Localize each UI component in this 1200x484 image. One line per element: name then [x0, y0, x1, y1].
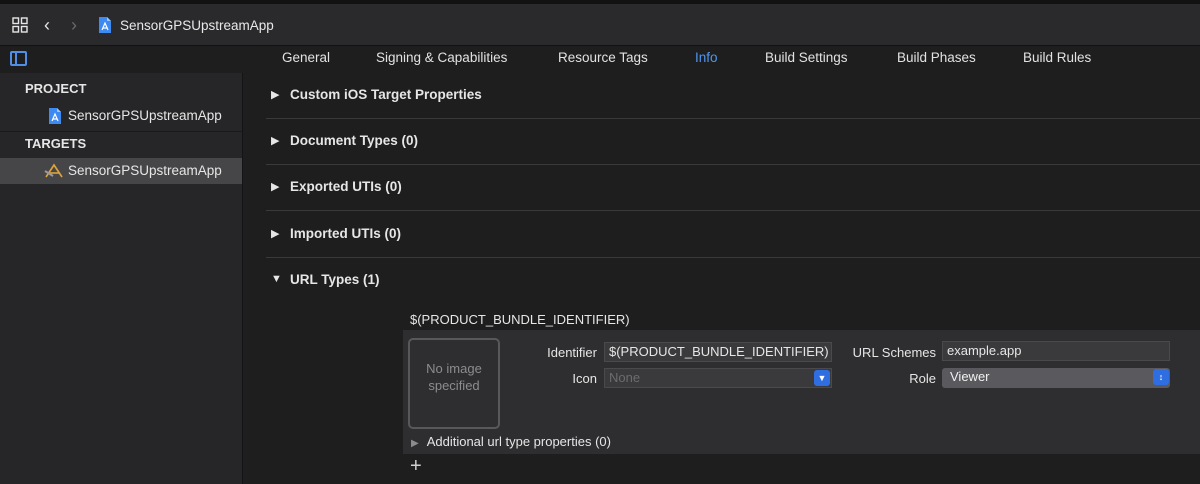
- icon-combo-box[interactable]: None ▼: [604, 368, 832, 388]
- tab-info[interactable]: Info: [695, 50, 718, 65]
- section-imported-utis[interactable]: ▶ Imported UTIs (0): [266, 212, 1200, 258]
- section-title: URL Types (1): [290, 272, 380, 287]
- disclosure-triangle-down-icon[interactable]: ▼: [271, 273, 282, 285]
- tab-build-settings[interactable]: Build Settings: [765, 50, 848, 65]
- identifier-label: Identifier: [547, 345, 597, 360]
- disclosure-triangle-right-icon[interactable]: ▶: [271, 134, 279, 147]
- identifier-field[interactable]: $(PRODUCT_BUNDLE_IDENTIFIER): [604, 342, 832, 362]
- tab-build-rules[interactable]: Build Rules: [1023, 50, 1091, 65]
- role-label: Role: [909, 371, 936, 386]
- section-title: Document Types (0): [290, 133, 419, 148]
- disclosure-triangle-right-icon[interactable]: ▶: [271, 180, 279, 193]
- disclosure-triangle-right-icon[interactable]: ▶: [271, 227, 279, 240]
- editor-tab-bar: General Signing & Capabilities Resource …: [0, 46, 1200, 73]
- section-exported-utis[interactable]: ▶ Exported UTIs (0): [266, 165, 1200, 211]
- sidebar-item-target[interactable]: SensorGPSUpstreamApp: [0, 158, 242, 184]
- tab-general[interactable]: General: [282, 50, 330, 65]
- tab-signing-capabilities[interactable]: Signing & Capabilities: [376, 50, 507, 65]
- section-title: Custom iOS Target Properties: [290, 87, 482, 102]
- disclosure-triangle-right-icon[interactable]: ▶: [411, 438, 419, 449]
- chevron-down-icon[interactable]: ▼: [814, 370, 830, 386]
- section-title: Exported UTIs (0): [290, 179, 402, 194]
- role-value: Viewer: [950, 369, 990, 384]
- project-header: PROJECT: [25, 81, 87, 96]
- sidebar-item-project[interactable]: SensorGPSUpstreamApp: [0, 103, 242, 129]
- project-file-icon: [99, 17, 111, 33]
- section-document-types[interactable]: ▶ Document Types (0): [266, 119, 1200, 165]
- project-targets-sidebar: PROJECT SensorGPSUpstreamApp TARGETS Sen…: [0, 73, 243, 484]
- up-down-chevron-icon: ↕: [1153, 369, 1169, 385]
- icon-label: Icon: [572, 371, 597, 386]
- jump-bar: ‹ › SensorGPSUpstreamApp: [0, 0, 1200, 46]
- sidebar-toggle-icon[interactable]: [10, 51, 27, 66]
- add-url-type-button[interactable]: +: [410, 455, 422, 478]
- additional-properties-label: Additional url type properties (0): [426, 434, 611, 449]
- divider: [0, 131, 242, 132]
- tab-resource-tags[interactable]: Resource Tags: [558, 50, 648, 65]
- tab-build-phases[interactable]: Build Phases: [897, 50, 976, 65]
- related-items-grid-icon[interactable]: [12, 17, 28, 33]
- sidebar-item-label: SensorGPSUpstreamApp: [68, 108, 222, 123]
- url-type-heading: $(PRODUCT_BUNDLE_IDENTIFIER): [410, 312, 630, 327]
- section-title: Imported UTIs (0): [290, 226, 402, 241]
- section-custom-ios-target-properties[interactable]: ▶ Custom iOS Target Properties: [266, 73, 1200, 119]
- project-file-icon: [49, 108, 61, 124]
- section-url-types[interactable]: ▼ URL Types (1): [266, 258, 1200, 304]
- url-type-panel: No image specified Identifier $(PRODUCT_…: [403, 330, 1200, 454]
- url-schemes-label: URL Schemes: [852, 345, 936, 360]
- url-type-image-well[interactable]: No image specified: [408, 338, 500, 429]
- url-schemes-field[interactable]: example.app: [942, 341, 1170, 361]
- role-popup-button[interactable]: Viewer ↕: [942, 368, 1170, 388]
- sidebar-item-label: SensorGPSUpstreamApp: [68, 163, 222, 178]
- breadcrumb-project[interactable]: SensorGPSUpstreamApp: [120, 18, 274, 33]
- chevron-left-icon[interactable]: ‹: [44, 15, 50, 36]
- app-target-icon: [44, 163, 63, 178]
- disclosure-triangle-right-icon[interactable]: ▶: [271, 88, 279, 101]
- targets-header: TARGETS: [25, 136, 87, 151]
- chevron-right-icon[interactable]: ›: [71, 15, 77, 36]
- additional-properties-disclosure[interactable]: ▶ Additional url type properties (0): [411, 434, 611, 449]
- icon-placeholder: None: [609, 370, 641, 385]
